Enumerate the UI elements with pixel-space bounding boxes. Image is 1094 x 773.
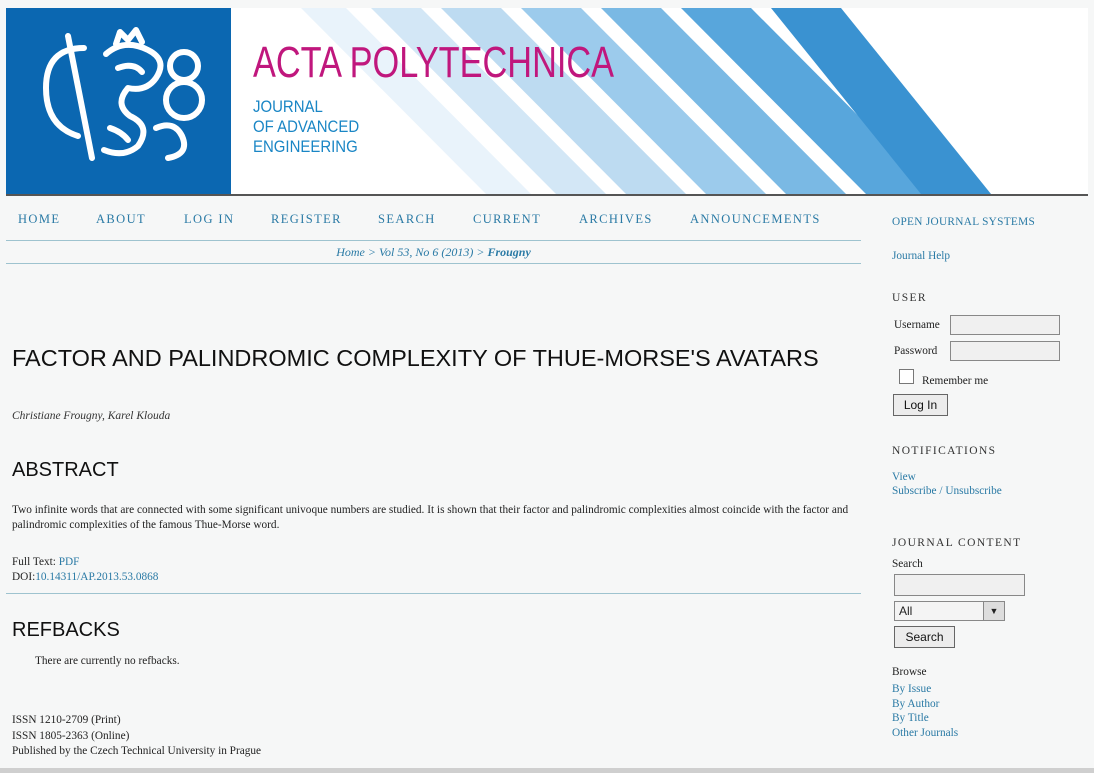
subscribe-link[interactable]: Subscribe / Unsubscribe xyxy=(892,485,1002,497)
abstract-heading: ABSTRACT xyxy=(12,459,119,481)
journal-subtitle-line-2: OF ADVANCED xyxy=(253,117,360,136)
lion-logo-icon xyxy=(43,27,205,161)
username-label: Username xyxy=(894,319,940,331)
nav-register[interactable]: REGISTER xyxy=(271,212,342,227)
article-title: FACTOR AND PALINDROMIC COMPLEXITY OF THU… xyxy=(12,345,819,371)
log-in-button[interactable]: Log In xyxy=(893,394,948,416)
browse-by-issue-link[interactable]: By Issue xyxy=(892,683,931,695)
nav-log-in[interactable]: LOG IN xyxy=(184,212,234,227)
journal-subtitle-line-3: ENGINEERING xyxy=(253,137,358,156)
search-scope-select[interactable]: All ▼ xyxy=(894,601,1005,621)
search-label: Search xyxy=(892,558,923,570)
search-scope-value: All xyxy=(899,604,913,618)
full-text-line: Full Text: PDF xyxy=(12,556,79,568)
remember-me-label: Remember me xyxy=(922,375,989,387)
journal-content-heading: JOURNAL CONTENT xyxy=(892,537,1022,549)
nav-current[interactable]: CURRENT xyxy=(473,212,541,227)
password-label: Password xyxy=(894,345,938,357)
nav-search[interactable]: SEARCH xyxy=(378,212,436,227)
page-bottom-edge xyxy=(0,768,1094,773)
browse-label: Browse xyxy=(892,666,927,678)
breadcrumb-issue[interactable]: Vol 53, No 6 (2013) xyxy=(379,245,473,259)
doi-link[interactable]: 10.14311/AP.2013.53.0868 xyxy=(35,571,158,583)
ojs-link[interactable]: OPEN JOURNAL SYSTEMS xyxy=(892,216,1035,228)
issn-print: ISSN 1210-2709 (Print) xyxy=(12,714,121,726)
issn-online: ISSN 1805-2363 (Online) xyxy=(12,730,130,742)
remember-me-checkbox[interactable] xyxy=(899,369,914,384)
refbacks-heading: REFBACKS xyxy=(12,619,120,641)
journal-help-link[interactable]: Journal Help xyxy=(892,250,950,262)
publisher-line: Published by the Czech Technical Univers… xyxy=(12,745,262,757)
nav-announcements[interactable]: ANNOUNCEMENTS xyxy=(690,212,821,227)
section-divider xyxy=(6,593,861,594)
user-heading: USER xyxy=(892,292,927,304)
username-input[interactable] xyxy=(950,315,1060,335)
refbacks-message: There are currently no refbacks. xyxy=(35,655,180,667)
header-stripes-decoration xyxy=(301,8,991,194)
breadcrumb-separator: > xyxy=(476,245,485,259)
other-journals-link[interactable]: Other Journals xyxy=(892,727,958,739)
pdf-link[interactable]: PDF xyxy=(59,556,80,568)
nav-about[interactable]: ABOUT xyxy=(96,212,146,227)
doi-label: DOI: xyxy=(12,571,36,583)
full-text-label: Full Text: xyxy=(12,556,56,568)
breadcrumb: Home > Vol 53, No 6 (2013) > Frougny xyxy=(6,241,861,264)
search-button[interactable]: Search xyxy=(894,626,955,648)
notifications-heading: NOTIFICATIONS xyxy=(892,445,997,457)
doi-line: DOI:10.14311/AP.2013.53.0868 xyxy=(12,571,158,583)
article-authors: Christiane Frougny, Karel Klouda xyxy=(12,410,171,422)
site-header: ACTA POLYTECHNICA JOURNAL OF ADVANCED EN… xyxy=(6,8,1088,196)
breadcrumb-current-label[interactable]: Frougny xyxy=(487,245,530,259)
notifications-view-link[interactable]: View xyxy=(892,471,916,483)
university-logo[interactable] xyxy=(6,8,231,194)
main-navigation: HOME ABOUT LOG IN REGISTER SEARCH CURREN… xyxy=(6,206,861,241)
journal-title: ACTA POLYTECHNICA xyxy=(253,38,615,87)
nav-archives[interactable]: ARCHIVES xyxy=(579,212,653,227)
password-input[interactable] xyxy=(950,341,1060,361)
search-input[interactable] xyxy=(894,574,1025,596)
breadcrumb-separator: > xyxy=(367,245,376,259)
chevron-down-icon[interactable]: ▼ xyxy=(983,602,1004,620)
nav-home[interactable]: HOME xyxy=(18,212,60,227)
abstract-text: Two infinite words that are connected wi… xyxy=(12,504,849,531)
browse-by-title-link[interactable]: By Title xyxy=(892,712,929,724)
breadcrumb-home[interactable]: Home xyxy=(336,245,365,259)
browse-by-author-link[interactable]: By Author xyxy=(892,698,939,710)
breadcrumb-current: Frougny xyxy=(487,245,530,259)
journal-subtitle-line-1: JOURNAL xyxy=(253,97,323,116)
